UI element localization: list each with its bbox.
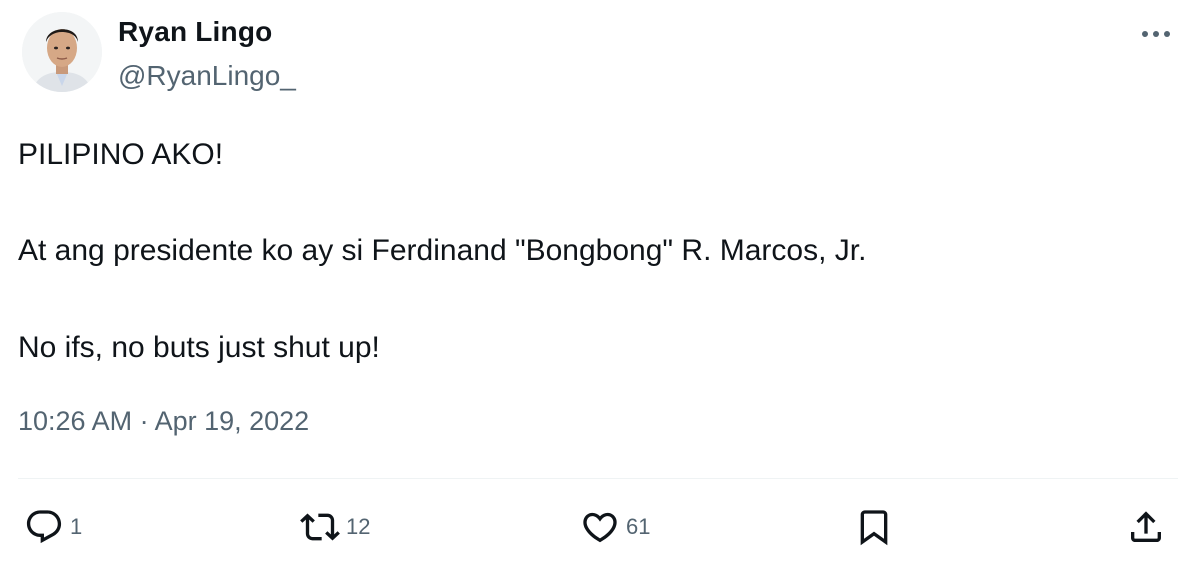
- reply-count: 1: [70, 514, 83, 539]
- bookmark-button[interactable]: [854, 505, 894, 549]
- reply-button[interactable]: 1: [24, 505, 82, 549]
- divider: [18, 478, 1178, 479]
- avatar-image: [22, 12, 102, 92]
- tweet-text-line-3: No ifs, no buts just shut up!: [18, 331, 380, 364]
- more-horizontal-icon: [1142, 31, 1170, 37]
- tweet-text-line-1: PILIPINO AKO!: [18, 138, 224, 171]
- heart-icon: [583, 512, 617, 543]
- more-options-button[interactable]: [1134, 20, 1178, 48]
- share-button[interactable]: [1126, 505, 1166, 549]
- avatar[interactable]: [22, 12, 102, 92]
- tweet-timestamp[interactable]: 10:26 AM · Apr 19, 2022: [18, 406, 309, 437]
- retweet-icon: [300, 513, 340, 541]
- bookmark-icon: [860, 510, 888, 546]
- tweet-text-line-2: At ang presidente ko ay si Ferdinand "Bo…: [18, 234, 867, 267]
- retweet-button[interactable]: 12: [300, 505, 370, 549]
- tweet-card: Ryan Lingo @RyanLingo_ PILIPINO AKO! At …: [0, 0, 1200, 566]
- like-button[interactable]: 61: [580, 505, 650, 549]
- author-display-name[interactable]: Ryan Lingo: [118, 16, 272, 48]
- author-handle[interactable]: @RyanLingo_: [118, 60, 296, 92]
- retweet-count: 12: [346, 514, 371, 539]
- share-icon: [1131, 511, 1161, 542]
- reply-icon: [26, 510, 62, 544]
- like-count: 61: [626, 514, 651, 539]
